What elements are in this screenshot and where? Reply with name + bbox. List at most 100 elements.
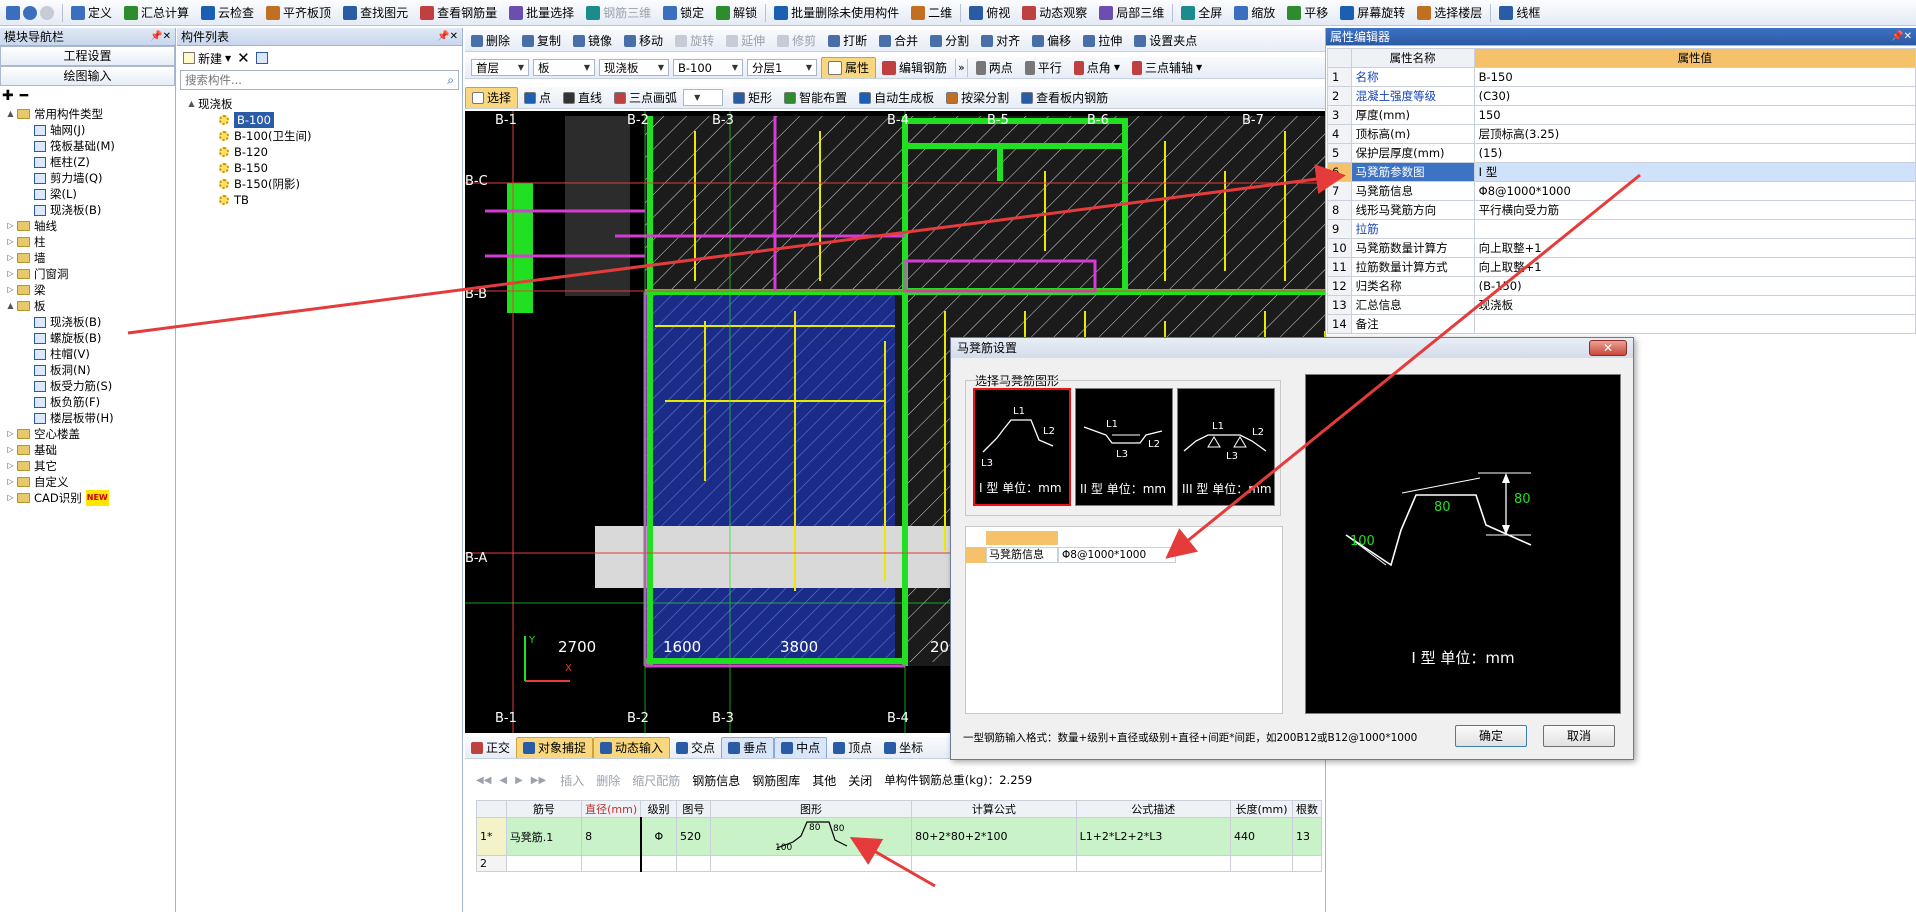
property-value[interactable]	[1473, 219, 1916, 239]
dialog-close-button[interactable]: ✕	[1589, 340, 1627, 356]
expand-icon[interactable]: ▷	[6, 474, 15, 490]
toolbar-wireframe-button[interactable]: 线框	[1493, 2, 1546, 24]
floor-select[interactable]: 首层 ▼	[471, 59, 529, 76]
snap-6-toggle[interactable]: 顶点	[827, 737, 878, 758]
draw-tool-button[interactable]: 点	[518, 87, 557, 108]
snap-3-toggle[interactable]: 交点	[670, 737, 721, 758]
nav-item[interactable]: 现浇板(B)	[0, 202, 175, 218]
property-value[interactable]: I 型	[1473, 162, 1916, 182]
cell-grade[interactable]: Φ	[640, 817, 677, 856]
draw-tool-button[interactable]: 按梁分割	[940, 87, 1015, 108]
toolbar-2d-button[interactable]: 二维	[905, 2, 958, 24]
shape-type-ii[interactable]: L1 L2 L3 II 型 单位：mm	[1075, 388, 1173, 506]
grid-tool-button[interactable]: 钢筋图库	[746, 769, 806, 791]
toolbar-define-button[interactable]: 定义	[65, 2, 118, 24]
nav-item[interactable]: 板负筋(F)	[0, 394, 175, 410]
component-item[interactable]: TB	[187, 192, 462, 208]
nav-folder[interactable]: ▷ 基础	[0, 442, 175, 458]
component-item[interactable]: B-150	[187, 160, 462, 176]
nav-folder[interactable]: ▲ 板	[0, 298, 175, 314]
component-search-input[interactable]	[185, 73, 415, 87]
nav-item[interactable]: 柱帽(V)	[0, 346, 175, 362]
property-row[interactable]: 12 归类名称 (B-150)	[1327, 276, 1916, 296]
property-row[interactable]: 4 顶标高(m) 层顶标高(3.25)	[1327, 124, 1916, 144]
toolbar-unlock-button[interactable]: 解锁	[710, 2, 763, 24]
edit-tool-button[interactable]: 延伸	[720, 30, 771, 51]
nav-folder[interactable]: ▷ 空心楼盖	[0, 426, 175, 442]
stool-info-input[interactable]: Φ8@1000*1000	[1058, 547, 1176, 563]
nav-folder[interactable]: ▲ 常用构件类型	[0, 106, 175, 122]
shape-type-iii[interactable]: L1 L2 L3 III 型 单位：mm	[1177, 388, 1275, 506]
type-select[interactable]: 板 ▼	[533, 59, 595, 76]
draw-tool-button[interactable]: 矩形	[727, 87, 778, 108]
undo-icon[interactable]	[23, 5, 37, 20]
property-value[interactable]: 150	[1473, 105, 1916, 125]
toolbar-find-button[interactable]: 查找图元	[337, 2, 414, 24]
property-value[interactable]: 平行横向受力筋	[1473, 200, 1916, 220]
nav-folder[interactable]: ▷ 柱	[0, 234, 175, 250]
expand-icon[interactable]: ▷	[6, 426, 15, 442]
property-row[interactable]: 10 马凳筋数量计算方 向上取整+1	[1327, 238, 1916, 258]
expand-icon[interactable]: ▷	[6, 234, 15, 250]
cancel-button[interactable]: 取消	[1543, 725, 1615, 747]
edit-tool-button[interactable]: 旋转	[669, 30, 720, 51]
nav-arrow-icon[interactable]: ◀	[499, 775, 507, 786]
grid-tool-button[interactable]: 关闭	[842, 769, 878, 791]
edit-tool-button[interactable]: 合并	[873, 30, 924, 51]
toolbar-rebar-3d-button[interactable]: 钢筋三维	[580, 2, 657, 24]
property-row[interactable]: 6 马凳筋参数图 I 型	[1327, 162, 1916, 182]
expand-icon[interactable]: ▲	[6, 298, 15, 314]
collapse-all-icon[interactable]: ━	[20, 88, 28, 104]
cell-bar-name[interactable]: 马凳筋.1	[505, 817, 583, 856]
toolbar-floor-select-button[interactable]: 选择楼层	[1411, 2, 1488, 24]
expand-icon[interactable]: ▷	[6, 266, 15, 282]
edit-tool-button[interactable]: 删除	[465, 30, 516, 51]
snap-2-toggle[interactable]: 动态输入	[593, 737, 671, 758]
edit-tool-button[interactable]: 移动	[618, 30, 669, 51]
grid-tool-button[interactable]: 钢筋信息	[686, 769, 746, 791]
copy-icon[interactable]	[255, 52, 268, 64]
property-value[interactable]: 向上取整+1	[1473, 238, 1916, 258]
nav-item[interactable]: 梁(L)	[0, 186, 175, 202]
shape-type-i[interactable]: L1 L2 L3 I 型 单位：mm	[973, 388, 1071, 506]
drawing-input-button[interactable]: 绘图输入	[0, 66, 175, 86]
property-value[interactable]: (15)	[1473, 143, 1916, 163]
toolbar-batch-delete-button[interactable]: 批量删除未使用构件	[768, 2, 905, 24]
new-component-button[interactable]: 新建 ▼	[183, 50, 231, 67]
toolbar-fullscreen-button[interactable]: 全屏	[1175, 2, 1228, 24]
property-row[interactable]: 3 厚度(mm) 150	[1327, 105, 1916, 125]
layer-select[interactable]: 分层1 ▼	[747, 59, 817, 76]
nav-folder[interactable]: ▷ 门窗洞	[0, 266, 175, 282]
property-row[interactable]: 8 线形马凳筋方向 平行横向受力筋	[1327, 200, 1916, 220]
delete-icon[interactable]: ✕	[237, 49, 250, 67]
draw-tool-button[interactable]: 查看板内钢筋	[1015, 87, 1114, 108]
property-value[interactable]: (B-150)	[1473, 276, 1916, 296]
toolbar-lock-button[interactable]: 锁定	[657, 2, 710, 24]
expand-all-icon[interactable]: ✚	[2, 88, 14, 104]
property-value[interactable]: 向上取整+1	[1473, 257, 1916, 277]
save-icon[interactable]	[6, 5, 20, 20]
property-value[interactable]: 层顶标高(3.25)	[1473, 124, 1916, 144]
snap-0-toggle[interactable]: 正交	[465, 737, 516, 758]
toolbar-zoom-button[interactable]: 缩放	[1228, 2, 1281, 24]
three-point-axis-button[interactable]: 三点辅轴 ▼	[1126, 57, 1208, 78]
toolbar-orbit-button[interactable]: 动态观察	[1016, 2, 1093, 24]
cell-count[interactable]: 13	[1292, 817, 1322, 856]
nav-folder[interactable]: ▷ 其它	[0, 458, 175, 474]
project-settings-button[interactable]: 工程设置	[0, 46, 175, 66]
cell-diameter[interactable]: 8	[581, 817, 642, 856]
edit-tool-button[interactable]: 修剪	[771, 30, 822, 51]
grid-tool-button[interactable]: 其他	[806, 769, 842, 791]
property-row[interactable]: 9 拉筋	[1327, 219, 1916, 239]
expand-icon[interactable]: ▷	[6, 218, 15, 234]
point-angle-button[interactable]: 点角 ▼	[1068, 57, 1126, 78]
property-row[interactable]: 2 混凝土强度等级 (C30)	[1327, 86, 1916, 106]
expand-icon[interactable]: ▷	[6, 442, 15, 458]
toolbar-sigma-button[interactable]: 汇总计算	[118, 2, 195, 24]
nav-item[interactable]: 螺旋板(B)	[0, 330, 175, 346]
collapse-icon[interactable]: ▲	[187, 96, 196, 112]
nav-item[interactable]: 轴网(J)	[0, 122, 175, 138]
properties-button[interactable]: 属性	[821, 57, 877, 78]
cell-formula[interactable]: 80+2*80+2*100	[911, 817, 1077, 856]
nav-item[interactable]: 框柱(Z)	[0, 154, 175, 170]
